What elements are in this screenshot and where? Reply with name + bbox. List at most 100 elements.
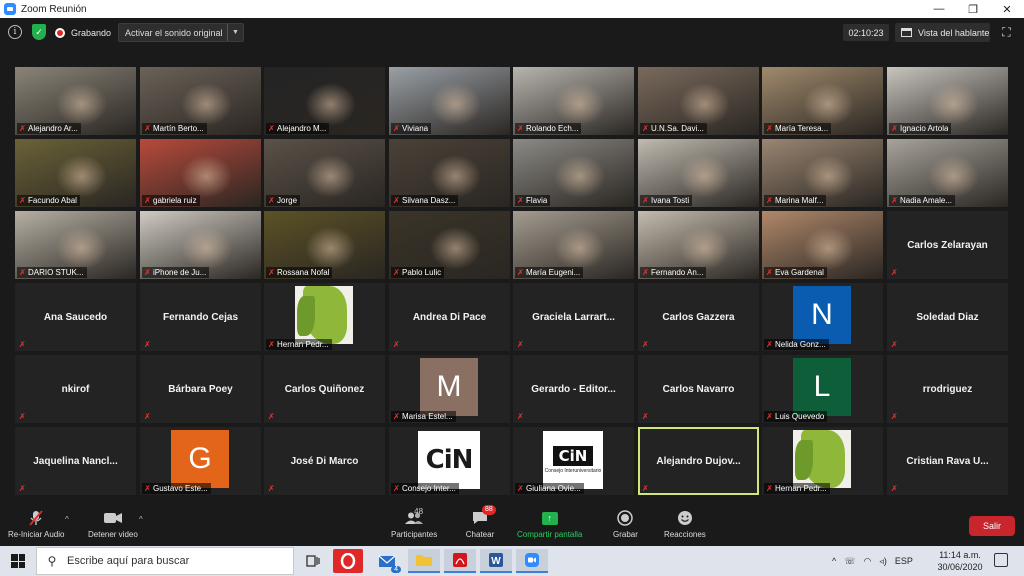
close-button[interactable]: ✕ <box>990 0 1024 18</box>
participant-tile[interactable]: ✗ Rolando Ech... <box>513 67 634 135</box>
muted-microphone-icon: ✗ <box>766 484 773 493</box>
participant-tile[interactable]: ✗ Nadia Amale... <box>887 139 1008 207</box>
participant-label: ✗ Fernando An... <box>640 267 707 278</box>
leave-meeting-button[interactable]: Salir <box>969 516 1015 536</box>
fullscreen-icon[interactable]: ⛶ <box>998 24 1015 41</box>
participant-label: ✗ Rossana Nofal <box>266 267 333 278</box>
language-indicator[interactable]: ESP <box>895 556 913 566</box>
participant-name: Alejandro Ar... <box>28 124 78 133</box>
participant-tile[interactable]: G ✗ Gustavo Este... <box>140 427 261 495</box>
participant-tile[interactable]: ✗ Marina Malf... <box>762 139 883 207</box>
participant-tile[interactable]: ✗ Pablo Lulic <box>389 211 510 279</box>
opera-icon[interactable] <box>333 549 363 573</box>
participant-tile[interactable]: N ✗ Nelida Gonz... <box>762 283 883 351</box>
mail-icon[interactable]: 4 <box>371 549 403 573</box>
participant-tile[interactable]: Bárbara Poey ✗ <box>140 355 261 423</box>
shield-icon[interactable]: ✓ <box>32 24 46 40</box>
participant-tile[interactable]: ✗ Jorge <box>264 139 385 207</box>
video-button[interactable]: Detener video <box>88 509 138 539</box>
participant-tile[interactable]: ✗ Viviana <box>389 67 510 135</box>
participant-tile[interactable]: ✗ Alejandro M... <box>264 67 385 135</box>
participant-tile[interactable]: ✗ Ivana Tosti <box>638 139 759 207</box>
original-sound-button[interactable]: Activar el sonido original ▼ <box>118 23 244 42</box>
participant-tile[interactable]: ✗ María Eugeni... <box>513 211 634 279</box>
participant-tile[interactable]: ✗ Eva Gardenal <box>762 211 883 279</box>
participant-name: Alejandro M... <box>277 124 327 133</box>
participant-tile[interactable]: Carlos Quiñonez ✗ <box>264 355 385 423</box>
participant-tile[interactable]: ✗ Silvana Dasz... <box>389 139 510 207</box>
participant-tile[interactable]: Graciela Larrart... ✗ <box>513 283 634 351</box>
meeting-timer: 02:10:23 <box>843 24 889 41</box>
audio-button[interactable]: Re-Iniciar Audio <box>8 509 64 539</box>
info-icon[interactable]: i <box>8 25 22 39</box>
participant-tile[interactable]: ✗ Facundo Abal <box>15 139 136 207</box>
participant-tile[interactable]: CiN ✗ Consejo Inter... <box>389 427 510 495</box>
participant-tile[interactable]: ✗ Martín Berto... <box>140 67 261 135</box>
participant-tile[interactable]: Gerardo - Editor... ✗ <box>513 355 634 423</box>
zoom-taskbar-icon[interactable] <box>516 549 548 573</box>
participant-name: Gustavo Este... <box>153 484 208 493</box>
muted-microphone-icon: ✗ <box>144 196 151 205</box>
participant-tile[interactable]: Jaquelina Nancl... ✗ <box>15 427 136 495</box>
participant-tile[interactable]: ✗ María Teresa... <box>762 67 883 135</box>
cin-logo: CiN Consejo Interuniversitario <box>543 431 603 489</box>
file-explorer-icon[interactable] <box>408 549 440 573</box>
participant-tile[interactable]: ✗ Ignacio Artola <box>887 67 1008 135</box>
taskbar-search[interactable]: ⚲ Escribe aquí para buscar <box>36 547 294 575</box>
participant-tile[interactable]: rrodriguez ✗ <box>887 355 1008 423</box>
reactions-button[interactable]: Reacciones <box>664 509 706 539</box>
view-toggle-button[interactable]: Vista del hablante <box>895 23 990 42</box>
participant-tile[interactable]: Fernando Cejas ✗ <box>140 283 261 351</box>
participant-tile[interactable]: Soledad Diaz ✗ <box>887 283 1008 351</box>
participants-button[interactable]: 48 Participantes <box>391 507 437 539</box>
participant-tile[interactable]: ✗ Rossana Nofal <box>264 211 385 279</box>
notifications-icon[interactable] <box>994 553 1008 567</box>
chat-button[interactable]: 88 Chatear <box>465 505 496 539</box>
participant-tile[interactable]: ✗ Hernan Pedr... <box>762 427 883 495</box>
participant-tile[interactable]: ✗ gabriela ruiz <box>140 139 261 207</box>
participant-tile[interactable]: M ✗ Marisa Estel... <box>389 355 510 423</box>
participant-tile[interactable]: nkirof ✗ <box>15 355 136 423</box>
search-placeholder: Escribe aquí para buscar <box>67 555 190 567</box>
participant-tile[interactable]: Andrea Di Pace ✗ <box>389 283 510 351</box>
taskbar-clock[interactable]: 11:14 a.m. 30/06/2020 <box>932 549 988 573</box>
participant-tile[interactable]: Carlos Zelarayan ✗ <box>887 211 1008 279</box>
muted-microphone-icon: ✗ <box>642 196 649 205</box>
word-icon[interactable]: W <box>480 549 512 573</box>
participant-label: ✗ Nelida Gonz... <box>764 339 829 350</box>
participant-tile[interactable]: ✗ U.N.Sa. Davi... <box>638 67 759 135</box>
audio-options-chevron-icon[interactable]: ^ <box>65 515 69 524</box>
network-icon[interactable]: ☏ <box>844 556 855 567</box>
participant-tile[interactable]: ✗ DARIO STUK... <box>15 211 136 279</box>
participant-name-display: Jaquelina Nancl... <box>33 455 118 467</box>
task-view-icon[interactable] <box>297 549 329 573</box>
participant-tile[interactable]: Carlos Gazzera ✗ <box>638 283 759 351</box>
participant-name-display: Gerardo - Editor... <box>531 383 616 395</box>
participant-tile[interactable]: L ✗ Luis Quevedo <box>762 355 883 423</box>
muted-microphone-icon: ✗ <box>891 268 898 277</box>
participant-tile[interactable]: CiN Consejo Interuniversitario ✗ Giuliana O… <box>513 427 634 495</box>
recording-indicator[interactable]: Grabando <box>55 24 111 41</box>
acrobat-icon[interactable] <box>444 549 476 573</box>
participant-tile[interactable]: Alejandro Dujov... ✗ <box>638 427 759 495</box>
participant-tile[interactable]: ✗ Hernan Pedr... <box>264 283 385 351</box>
share-screen-button[interactable]: ↑ Compartir pantalla <box>517 509 582 539</box>
record-button[interactable]: Grabar <box>613 509 638 539</box>
tray-expand-icon[interactable]: ^ <box>832 556 836 566</box>
participant-tile[interactable]: ✗ Alejandro Ar... <box>15 67 136 135</box>
participant-tile[interactable]: ✗ iPhone de Ju... <box>140 211 261 279</box>
start-button[interactable] <box>0 546 36 576</box>
participant-tile[interactable]: Ana Saucedo ✗ <box>15 283 136 351</box>
maximize-button[interactable]: ❐ <box>956 0 990 18</box>
participant-tile[interactable]: Cristian Rava U... ✗ <box>887 427 1008 495</box>
share-label: Compartir pantalla <box>517 530 583 539</box>
video-options-chevron-icon[interactable]: ^ <box>139 515 143 524</box>
wifi-icon[interactable]: ◠ <box>864 556 872 567</box>
participant-tile[interactable]: José Di Marco ✗ <box>264 427 385 495</box>
volume-icon[interactable]: ◃) <box>879 556 887 567</box>
minimize-button[interactable]: — <box>922 0 956 18</box>
participant-tile[interactable]: ✗ Fernando An... <box>638 211 759 279</box>
participant-tile[interactable]: ✗ Flavia <box>513 139 634 207</box>
chevron-down-icon[interactable]: ▼ <box>227 24 243 41</box>
participant-tile[interactable]: Carlos Navarro ✗ <box>638 355 759 423</box>
